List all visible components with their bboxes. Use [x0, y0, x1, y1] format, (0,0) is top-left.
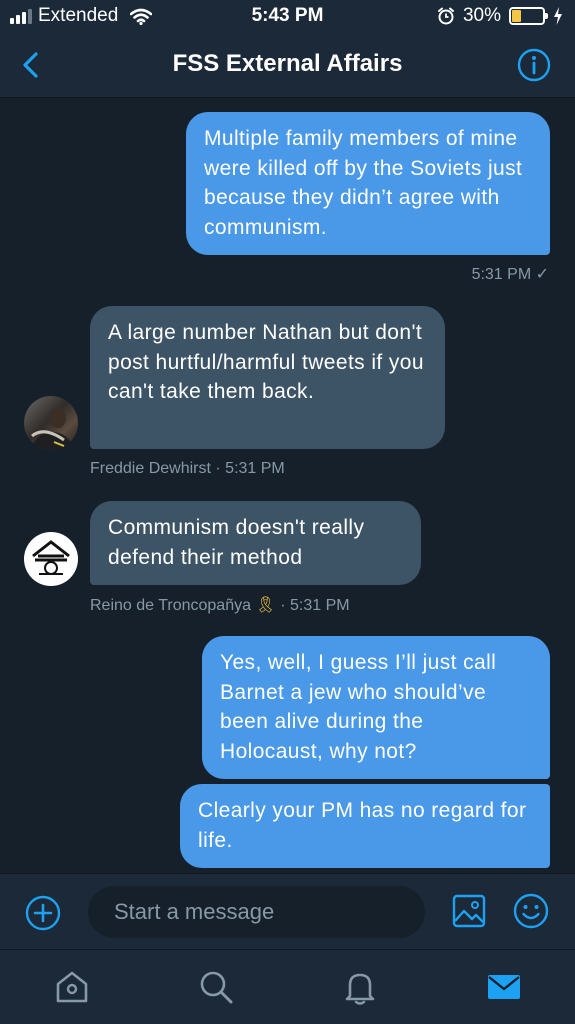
sender-name: Reino de Troncopañya: [90, 597, 251, 614]
avatar[interactable]: [24, 532, 78, 586]
message-list[interactable]: Multiple family members of mine were kil…: [0, 98, 575, 873]
incoming-message[interactable]: Communism doesn't really defend their me…: [90, 501, 421, 585]
outgoing-message[interactable]: Yes, well, I guess I’ll just call Barnet…: [202, 636, 550, 779]
battery-fill: [512, 10, 521, 22]
meta-separator: ·: [280, 597, 290, 614]
tab-bar: [0, 949, 575, 1024]
add-media-button[interactable]: [24, 894, 62, 932]
emoji-button[interactable]: [512, 892, 550, 930]
avatar-photo-icon: [30, 408, 74, 450]
message-input[interactable]: [88, 886, 425, 938]
tab-notifications[interactable]: [341, 968, 379, 1006]
tab-messages[interactable]: [485, 968, 523, 1006]
sender-name: Freddie Dewhirst: [90, 460, 211, 477]
message-meta: Reino de Troncopañya 🎗 · 5:31 PM: [90, 595, 350, 615]
meta-separator: ·: [215, 460, 226, 477]
battery-icon: [509, 7, 548, 25]
tab-search[interactable]: [197, 968, 235, 1006]
info-button[interactable]: [517, 48, 551, 82]
message-time: 5:31 PM ✓: [471, 266, 549, 283]
charging-icon: [554, 7, 562, 25]
message-meta: Freddie Dewhirst · 5:31 PM: [90, 460, 285, 478]
emblem-icon: [32, 540, 70, 575]
message-time: 5:31 PM: [290, 597, 350, 614]
outgoing-message[interactable]: Multiple family members of mine were kil…: [186, 112, 550, 255]
alarm-icon: [437, 7, 454, 25]
avatar[interactable]: [24, 396, 78, 450]
status-bar: Extended 5:43 PM 30%: [0, 0, 575, 32]
tab-home[interactable]: [53, 968, 91, 1006]
message-composer: [0, 873, 575, 949]
image-button[interactable]: [452, 894, 486, 928]
ribbon-icon: 🎗: [255, 597, 276, 614]
battery-percent: 30%: [462, 5, 501, 26]
message-time: 5:31 PM: [225, 460, 285, 477]
status-right: 30%: [437, 5, 563, 27]
conversation-header: FSS External Affairs: [0, 32, 575, 98]
outgoing-message[interactable]: Clearly your PM has no regard for life.: [180, 784, 550, 868]
incoming-message[interactable]: A large number Nathan but don't post hur…: [90, 306, 445, 449]
conversation-title: FSS External Affairs: [172, 50, 403, 77]
